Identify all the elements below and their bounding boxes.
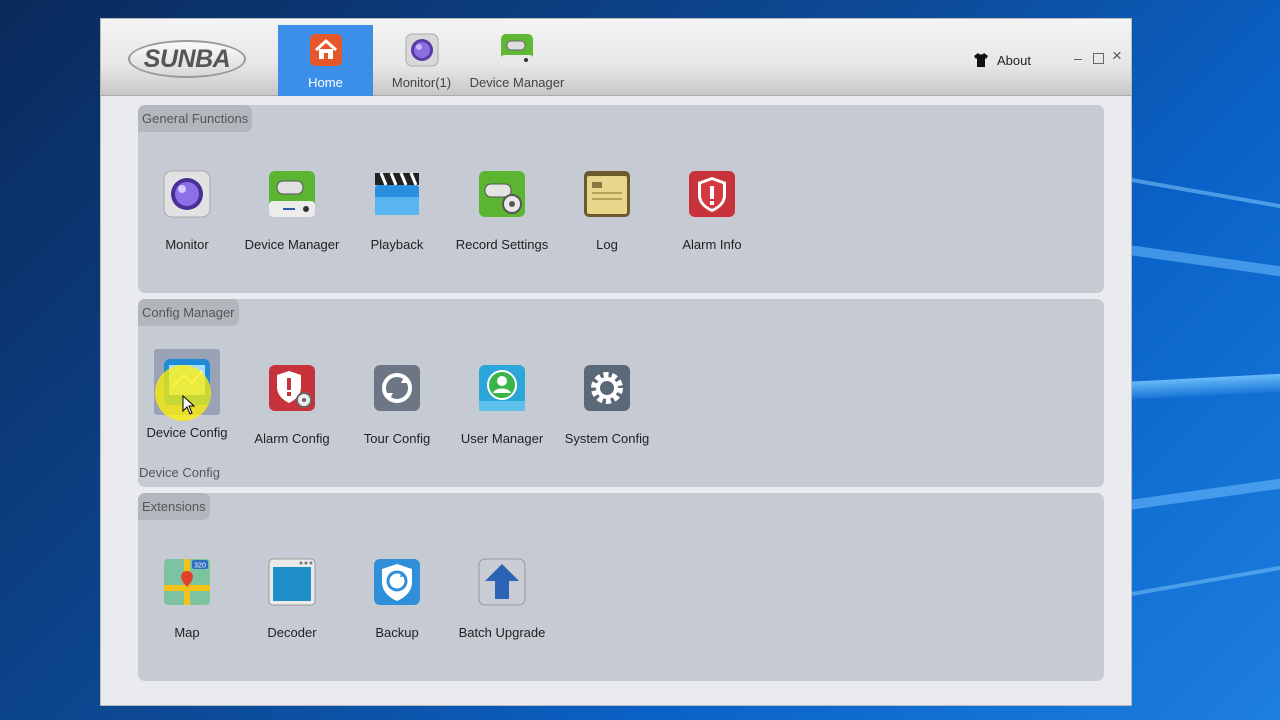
desktop-light-beam: [1120, 478, 1280, 512]
about-button[interactable]: About: [973, 52, 1031, 68]
item-log[interactable]: Log: [557, 161, 657, 252]
tshirt-icon: [974, 53, 988, 67]
user-manager-icon: [479, 365, 525, 411]
about-label: About: [997, 52, 1031, 68]
item-device-manager[interactable]: Device Manager: [242, 161, 342, 252]
backup-icon: [374, 559, 420, 605]
item-label: Device Manager: [244, 237, 340, 252]
item-record-settings[interactable]: Record Settings: [452, 161, 552, 252]
item-label: Alarm Info: [682, 237, 742, 252]
tab-home-label: Home: [308, 75, 343, 90]
item-batch-upgrade[interactable]: Batch Upgrade: [452, 549, 552, 640]
extensions-panel: Extensions 320 Map Decoder Backup Batch …: [138, 493, 1104, 681]
tab-device-manager[interactable]: Device Manager: [469, 25, 565, 96]
item-label: Record Settings: [455, 237, 549, 252]
desktop-light-beam: [1120, 565, 1280, 599]
item-label: Monitor: [165, 237, 209, 252]
map-icon: 320: [164, 559, 210, 605]
minimize-button[interactable]: –: [1074, 51, 1082, 65]
item-user-manager[interactable]: User Manager: [452, 355, 552, 446]
tour-config-icon: [374, 365, 420, 411]
desktop-light-beam: [1120, 373, 1280, 401]
tab-device-manager-label: Device Manager: [469, 75, 565, 90]
log-icon: [584, 171, 630, 217]
item-decoder[interactable]: Decoder: [242, 549, 342, 640]
tab-monitor-label: Monitor(1): [391, 75, 452, 90]
item-label: Backup: [375, 625, 419, 640]
close-button[interactable]: ×: [1112, 47, 1122, 64]
item-alarm-info[interactable]: Alarm Info: [662, 161, 762, 252]
camera-lens-icon: [405, 33, 438, 67]
tab-monitor[interactable]: Monitor(1): [374, 25, 469, 96]
sunba-logo: SUNBA: [128, 40, 246, 78]
panel-header: General Functions: [138, 105, 253, 132]
item-system-config[interactable]: System Config: [557, 355, 657, 446]
alarm-config-icon: [269, 365, 315, 411]
app-window: SUNBA Home Monitor(1) Device Manager Abo…: [100, 18, 1132, 706]
tab-home[interactable]: Home: [278, 25, 373, 96]
item-label: Batch Upgrade: [458, 625, 546, 640]
upload-arrow-icon: [478, 558, 526, 606]
panel-header: Config Manager: [138, 299, 239, 326]
item-map[interactable]: 320 Map: [137, 549, 237, 640]
panel-header: Extensions: [138, 493, 210, 520]
hover-status-text: Device Config: [139, 465, 220, 480]
title-bar: SUNBA Home Monitor(1) Device Manager Abo…: [101, 19, 1131, 96]
item-label: Decoder: [267, 625, 317, 640]
item-tour-config[interactable]: Tour Config: [347, 355, 447, 446]
maximize-button[interactable]: [1093, 53, 1104, 64]
item-playback[interactable]: Playback: [347, 161, 447, 252]
item-label: Device Config: [146, 425, 228, 440]
item-alarm-config[interactable]: Alarm Config: [242, 355, 342, 446]
item-label: Playback: [370, 237, 424, 252]
gear-icon: [584, 365, 630, 411]
home-icon: [309, 34, 342, 66]
desktop-light-beam: [1120, 175, 1280, 209]
alarm-shield-icon: [689, 171, 735, 217]
item-label: User Manager: [460, 431, 544, 446]
decoder-icon: [268, 558, 316, 606]
item-label: Map: [174, 625, 200, 640]
desktop-light-beam: [1120, 243, 1280, 277]
item-monitor[interactable]: Monitor: [137, 161, 237, 252]
config-manager-panel: Config Manager Device Config Alarm Confi…: [138, 299, 1104, 487]
general-functions-panel: General Functions Monitor Device Manager…: [138, 105, 1104, 293]
device-manager-icon: [501, 34, 533, 66]
item-label: Tour Config: [363, 431, 431, 446]
mouse-pointer-icon: [182, 395, 196, 415]
camera-lens-icon: [163, 170, 211, 218]
device-manager-icon: [269, 171, 315, 217]
item-label: Log: [596, 237, 618, 252]
clapperboard-icon: [375, 172, 419, 215]
item-label: System Config: [564, 431, 650, 446]
item-label: Alarm Config: [254, 431, 330, 446]
record-settings-icon: [479, 171, 525, 217]
map-badge-text: 320: [194, 563, 206, 570]
item-backup[interactable]: Backup: [347, 549, 447, 640]
